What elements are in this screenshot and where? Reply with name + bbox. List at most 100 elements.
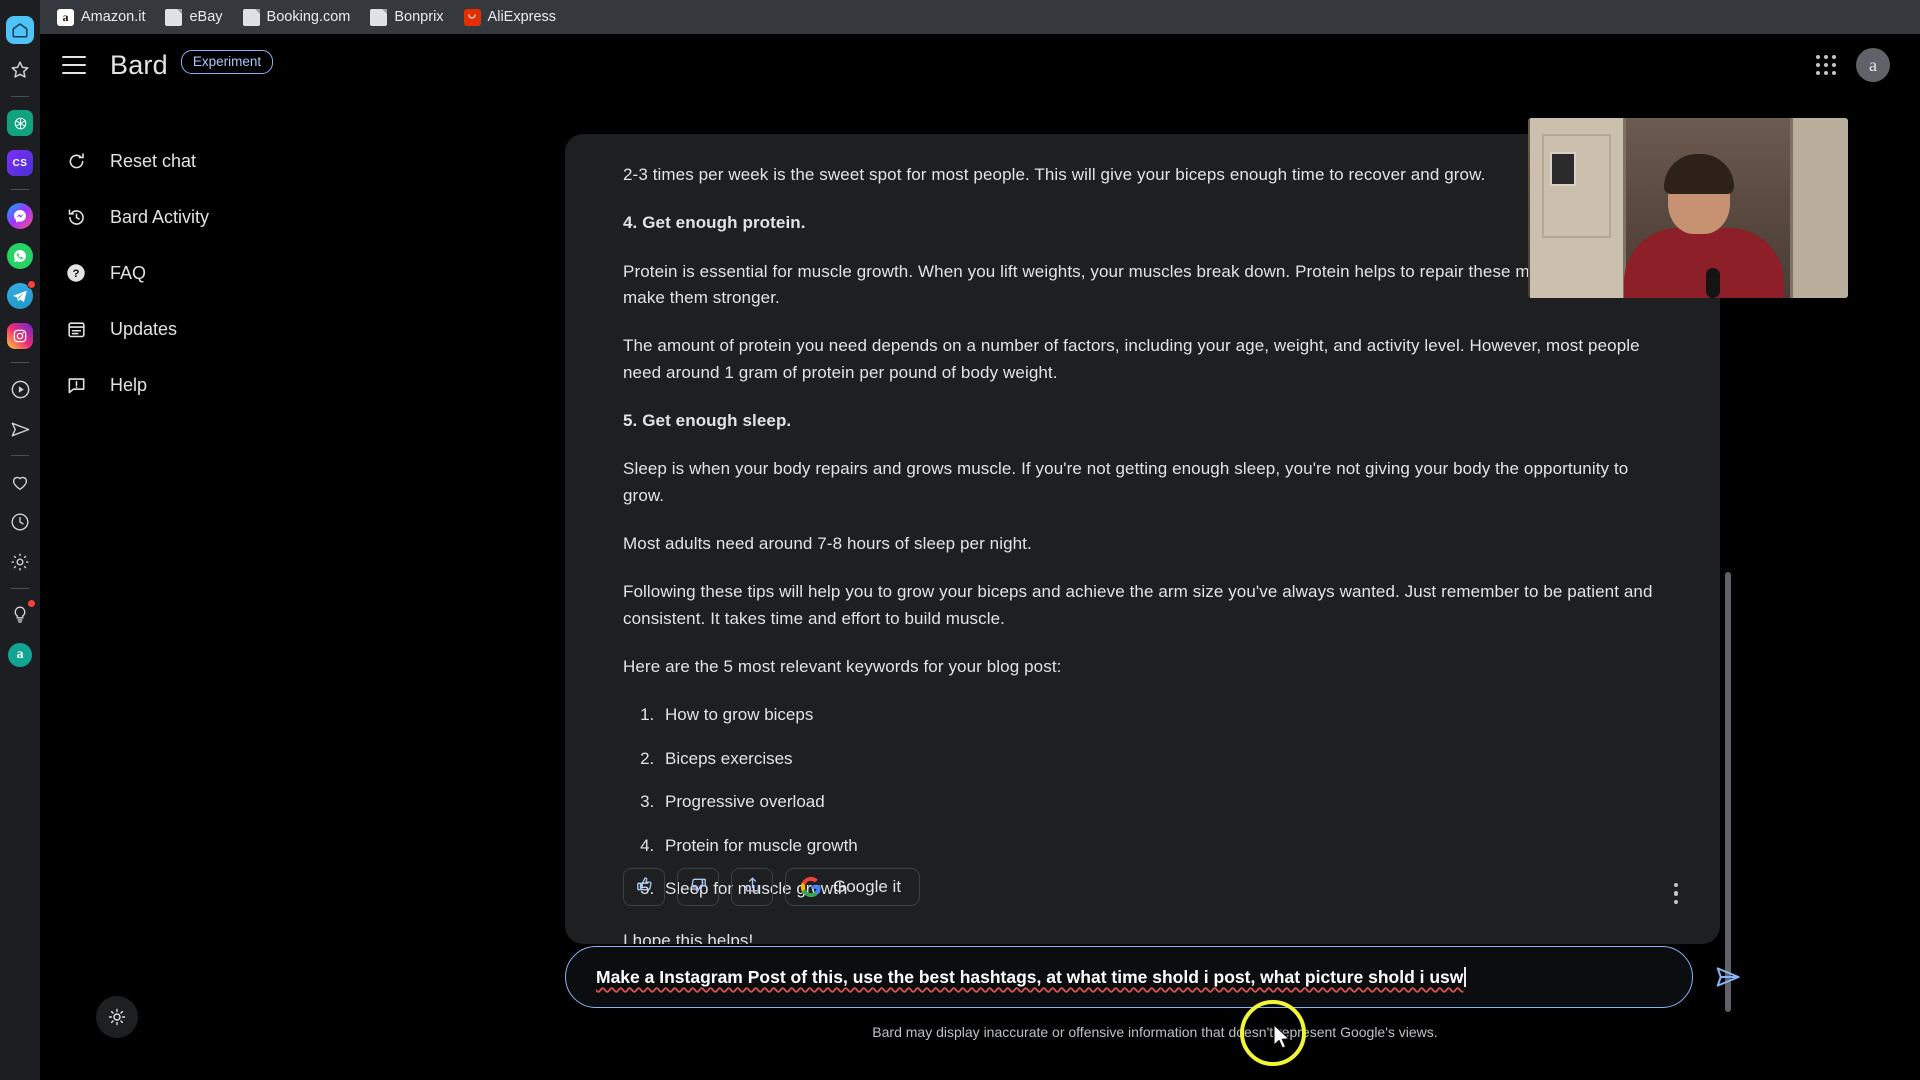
experiment-badge: Experiment [180, 50, 274, 74]
divider [11, 455, 29, 456]
google-it-label: Google it [833, 877, 902, 896]
prompt-input-value: Make a Instagram Post of this, use the b… [596, 966, 1464, 987]
bookmark-bonprix[interactable]: Bonprix [361, 6, 452, 29]
webcam-door-right [1790, 118, 1848, 298]
text-caret [1464, 967, 1466, 987]
star-icon[interactable] [5, 55, 35, 85]
sidebar-item-bard-activity[interactable]: Bard Activity [40, 194, 360, 240]
message-paragraph: Sleep is when your body repairs and grow… [623, 459, 1629, 505]
webcam-wall-frame [1550, 152, 1576, 186]
bookmark-booking[interactable]: Booking.com [234, 6, 360, 29]
telegram-icon[interactable] [5, 280, 36, 311]
divider [11, 189, 29, 190]
apps-grid-icon[interactable] [1816, 55, 1836, 75]
bookmark-bar: a Amazon.it eBay Booking.com Bonprix Ali… [40, 0, 1920, 34]
sidebar-nav: Reset chat Bard Activity ? FAQ Updates H… [40, 138, 360, 418]
bookmark-amazon[interactable]: a Amazon.it [48, 6, 154, 29]
help-feedback-icon [64, 373, 88, 397]
composer-area: Make a Instagram Post of this, use the b… [565, 946, 1745, 1040]
home-icon[interactable] [5, 15, 35, 45]
avatar[interactable]: a [1856, 48, 1890, 82]
thumb-up-icon [635, 875, 654, 899]
prompt-input[interactable]: Make a Instagram Post of this, use the b… [565, 946, 1693, 1008]
clock-icon[interactable] [5, 507, 35, 537]
heart-icon[interactable] [5, 467, 35, 497]
google-logo-icon [800, 876, 822, 898]
webcam-overlay [1528, 118, 1848, 298]
reset-icon [64, 149, 88, 173]
page-title: Bard [110, 49, 168, 80]
message-actions: Google it [623, 868, 921, 906]
message-paragraph: Most adults need around 7-8 hours of sle… [623, 534, 1032, 554]
divider [11, 362, 29, 363]
send-icon[interactable] [5, 414, 35, 444]
svg-text:?: ? [73, 268, 80, 280]
sidebar-item-label: Reset chat [110, 150, 197, 171]
gear-icon[interactable] [5, 547, 35, 577]
calendar-icon [64, 317, 88, 341]
composer-row: Make a Instagram Post of this, use the b… [565, 946, 1745, 1008]
whatsapp-icon[interactable] [5, 241, 35, 271]
mouse-cursor [1272, 1024, 1292, 1057]
webcam-microphone [1706, 268, 1720, 298]
notification-badge [27, 599, 36, 608]
play-circle-icon[interactable] [5, 374, 35, 404]
menu-icon[interactable] [62, 56, 86, 74]
amazon-icon-label: a [8, 643, 32, 667]
thumb-down-button[interactable] [677, 868, 719, 906]
notification-badge [27, 280, 36, 289]
send-button[interactable] [1711, 960, 1745, 994]
sidebar-item-label: FAQ [110, 262, 147, 283]
instagram-icon[interactable] [5, 321, 35, 351]
bookmark-label: eBay [189, 9, 223, 25]
divider [11, 96, 29, 97]
divider [11, 588, 29, 589]
cs-icon[interactable]: CS [5, 148, 35, 178]
thumb-up-button[interactable] [623, 868, 665, 906]
share-icon [743, 875, 762, 899]
list-item: Progressive overload [659, 789, 1660, 815]
messenger-icon[interactable] [5, 201, 35, 231]
message-paragraph: Protein is essential for muscle growth. … [623, 261, 1651, 308]
bookmark-label: Amazon.it [81, 9, 146, 25]
history-icon [64, 205, 88, 229]
message-paragraph: The amount of protein you need depends o… [623, 336, 1640, 382]
bookmark-label: AliExpress [487, 9, 557, 25]
amazon-favicon: a [57, 8, 74, 26]
google-it-button[interactable]: Google it [785, 868, 921, 906]
bookmark-label: Bonprix [394, 9, 444, 25]
header-right: a [1816, 48, 1920, 82]
more-options-icon[interactable] [1673, 882, 1678, 904]
sidebar-item-label: Updates [110, 318, 178, 339]
message-paragraph: Following these tips will help you to gr… [623, 582, 1653, 628]
aliexpress-favicon [463, 8, 481, 26]
bulb-icon[interactable] [5, 599, 36, 630]
share-button[interactable] [731, 868, 773, 906]
list-item: Biceps exercises [659, 746, 1660, 772]
browser-app-rail: CS a [0, 0, 40, 1080]
webcam-person-body [1624, 228, 1784, 298]
sidebar-item-label: Help [110, 374, 148, 395]
message-paragraph: 2-3 times per week is the sweet spot for… [623, 165, 1486, 184]
page-favicon [242, 8, 260, 26]
thumb-down-icon [689, 875, 708, 899]
bookmark-aliexpress[interactable]: AliExpress [455, 6, 566, 29]
sidebar-item-reset-chat[interactable]: Reset chat [40, 138, 360, 184]
list-item: How to grow biceps [659, 702, 1660, 728]
dark-theme-toggle[interactable] [96, 996, 138, 1038]
openai-icon[interactable] [5, 108, 35, 138]
sidebar-item-label: Bard Activity [110, 206, 210, 227]
message-paragraph: 4. Get enough protein. [623, 213, 806, 233]
amazon-icon[interactable]: a [5, 640, 35, 670]
question-icon: ? [64, 261, 88, 285]
list-item: Protein for muscle growth [659, 833, 1660, 859]
sidebar-item-help[interactable]: Help [40, 362, 360, 408]
sidebar-item-updates[interactable]: Updates [40, 306, 360, 352]
page-favicon [370, 8, 388, 26]
message-paragraph: 5. Get enough sleep. [623, 411, 792, 431]
sidebar-item-faq[interactable]: ? FAQ [40, 250, 360, 296]
message-closing: I hope this helps! [623, 931, 754, 944]
webcam-door-left [1530, 118, 1626, 298]
bookmark-ebay[interactable]: eBay [156, 6, 231, 29]
page-favicon [165, 8, 183, 26]
